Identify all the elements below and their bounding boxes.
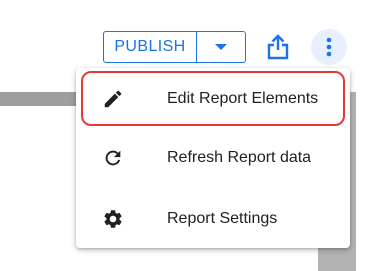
- menu-item-report-settings[interactable]: Report Settings: [76, 199, 350, 239]
- menu-item-label: Report Settings: [167, 210, 278, 227]
- refresh-icon: [100, 145, 126, 171]
- menu-item-refresh-report-data[interactable]: Refresh Report data: [76, 138, 350, 178]
- gear-icon: [100, 206, 126, 232]
- publish-button[interactable]: PUBLISH: [104, 32, 197, 62]
- caret-down-icon: [215, 44, 227, 50]
- publish-dropdown-button[interactable]: [197, 32, 245, 62]
- menu-item-edit-report-elements[interactable]: Edit Report Elements: [76, 79, 350, 119]
- menu-item-label: Edit Report Elements: [167, 90, 319, 107]
- pencil-icon: [100, 86, 126, 112]
- share-upload-icon: [267, 34, 289, 60]
- more-vertical-icon: [326, 37, 332, 57]
- options-menu: Edit Report Elements Refresh Report data…: [76, 68, 350, 248]
- menu-item-label: Refresh Report data: [167, 149, 312, 166]
- more-options-button[interactable]: [311, 29, 347, 65]
- share-button[interactable]: [262, 31, 294, 63]
- publish-button-group: PUBLISH: [103, 31, 246, 63]
